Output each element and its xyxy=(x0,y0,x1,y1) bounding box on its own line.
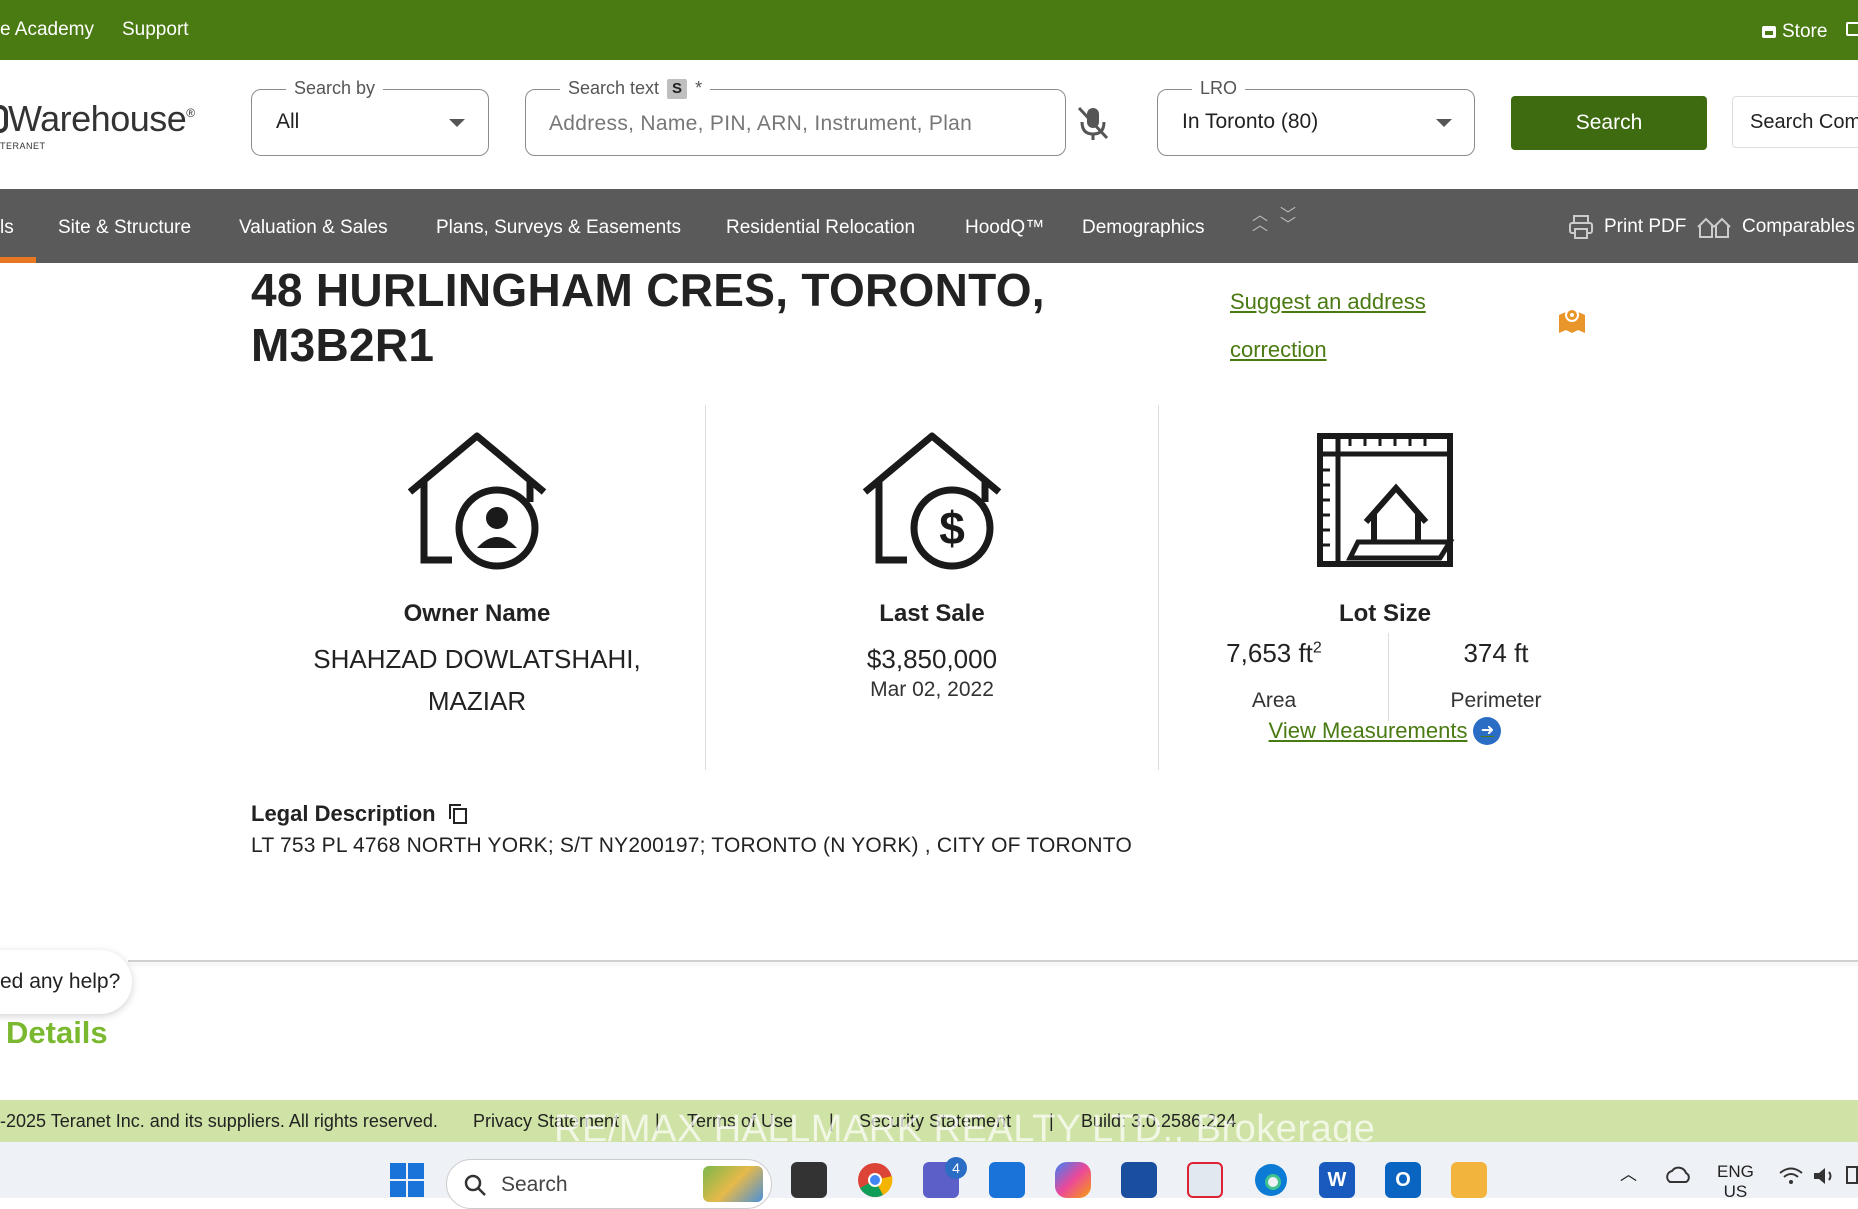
last-sale-card: $ Last Sale $3,850,000 Mar 02, 2022 xyxy=(706,405,1158,770)
owner-name-value: SHAHZAD DOWLATSHAHI, MAZIAR xyxy=(313,644,641,716)
taskbar-search[interactable]: Search xyxy=(446,1159,772,1209)
wifi-icon[interactable] xyxy=(1778,1166,1804,1186)
cortana-icon[interactable] xyxy=(989,1162,1025,1198)
legal-description-text: LT 753 PL 4768 NORTH YORK; S/T NY200197;… xyxy=(251,834,1132,857)
top-bar: e Academy Support Store xyxy=(0,0,1858,60)
search-button[interactable]: Search xyxy=(1511,96,1707,150)
comparables-label: Comparables xyxy=(1742,216,1855,237)
academy-link[interactable]: e Academy xyxy=(0,19,94,41)
print-pdf-label: Print PDF xyxy=(1604,216,1687,237)
chevron-down-icon xyxy=(449,119,465,127)
comparables-button[interactable]: Comparables xyxy=(1696,215,1855,239)
store-icon xyxy=(1762,26,1776,38)
owner-card: Owner Name SHAHZAD DOWLATSHAHI, MAZIAR xyxy=(251,405,703,770)
expand-all-icon[interactable]: ﹀ ﹀ xyxy=(1280,208,1296,234)
owner-name-label: Owner Name xyxy=(403,600,551,627)
cart-icon[interactable] xyxy=(1846,22,1858,36)
section-nav: ls Site & Structure Valuation & Sales Pl… xyxy=(0,189,1858,263)
comparables-houses-icon xyxy=(1697,217,1731,238)
lot-measure-icon xyxy=(1317,433,1455,567)
store-app-icon[interactable] xyxy=(1121,1162,1157,1198)
search-text-field[interactable]: Search text S * Address, Name, PIN, ARN,… xyxy=(525,78,1066,156)
view-measurements-label: View Measurements xyxy=(1268,718,1468,743)
property-address: 48 HURLINGHAM CRES, TORONTO, M3B2R1 xyxy=(251,264,1045,371)
teams-badge: 4 xyxy=(945,1157,967,1179)
task-view-icon[interactable] xyxy=(791,1162,827,1198)
arrow-right-icon: ➜ xyxy=(1473,717,1502,745)
store-link[interactable]: Store xyxy=(1762,21,1827,43)
svg-text:$: $ xyxy=(939,502,965,554)
search-highlight-icon xyxy=(703,1166,763,1202)
last-sale-label: Last Sale xyxy=(879,600,985,627)
help-chat-bubble[interactable]: ed any help? xyxy=(0,950,132,1014)
house-dollar-icon: $ xyxy=(862,432,1002,570)
logo-text: Warehouse xyxy=(8,98,187,139)
print-pdf-button[interactable]: Print PDF xyxy=(1568,215,1686,239)
last-sale-price: $3,850,000 xyxy=(866,644,998,674)
language-indicator[interactable]: ENG US xyxy=(1717,1162,1754,1202)
tray-overflow-icon[interactable]: ︿ xyxy=(1620,1160,1637,1185)
store-label: Store xyxy=(1782,21,1828,42)
details-heading: Details xyxy=(6,1015,108,1050)
word-icon[interactable]: W xyxy=(1319,1162,1355,1198)
file-explorer-icon[interactable] xyxy=(1451,1162,1487,1198)
search-comparables-button[interactable]: Search Com xyxy=(1732,96,1858,148)
perimeter-caption: Perimeter xyxy=(1450,689,1542,712)
legal-description-heading: Legal Description xyxy=(251,801,468,827)
tab-hoodq[interactable]: HoodQ™ xyxy=(965,217,1044,239)
search-icon xyxy=(464,1174,486,1196)
view-measurements-link[interactable]: View Measurements ➜ xyxy=(1159,717,1611,745)
section-divider xyxy=(128,960,1858,962)
chevron-down-icon xyxy=(1436,119,1452,127)
lro-value: In Toronto (80) xyxy=(1182,110,1319,133)
tab-plans-surveys[interactable]: Plans, Surveys & Easements xyxy=(436,217,681,239)
search-by-value: All xyxy=(276,110,300,133)
snipping-tool-icon[interactable] xyxy=(1187,1162,1223,1198)
search-input[interactable]: Address, Name, PIN, ARN, Instrument, Pla… xyxy=(549,112,972,136)
tab-demographics[interactable]: Demographics xyxy=(1082,217,1205,239)
search-by-legend: Search by xyxy=(286,78,384,99)
tab-details[interactable]: ls xyxy=(0,217,14,239)
copy-icon[interactable] xyxy=(448,803,468,825)
tab-valuation-sales[interactable]: Valuation & Sales xyxy=(239,217,388,239)
map-marker-icon[interactable] xyxy=(1556,305,1588,337)
lot-size-label: Lot Size xyxy=(1338,600,1431,627)
windows-start-icon[interactable] xyxy=(389,1162,425,1198)
support-link[interactable]: Support xyxy=(122,19,189,41)
copilot-icon[interactable] xyxy=(1055,1162,1091,1198)
battery-icon[interactable] xyxy=(1846,1166,1858,1184)
shortcut-badge: S xyxy=(667,78,688,99)
microphone-off-icon[interactable] xyxy=(1075,104,1111,142)
taskbar: Search 4 W O ︿ ENG US xyxy=(0,1142,1858,1209)
copyright-text: -2025 Teranet Inc. and its suppliers. Al… xyxy=(0,1111,438,1131)
edge-icon[interactable] xyxy=(1253,1162,1289,1198)
collapse-all-icon[interactable]: ︿ ︿ xyxy=(1252,208,1268,234)
active-tab-indicator xyxy=(0,257,36,263)
lot-perimeter-value: 374 ft xyxy=(1463,638,1529,668)
onedrive-icon[interactable] xyxy=(1664,1166,1692,1184)
chrome-icon[interactable] xyxy=(857,1162,893,1198)
search-by-select[interactable]: Search by All xyxy=(251,78,489,156)
lot-size-card: Lot Size 7,653 ft2 374 ft Area Perimeter… xyxy=(1159,405,1611,770)
printer-icon xyxy=(1569,215,1593,239)
suggest-address-correction-link[interactable]: Suggest an address correction xyxy=(1230,278,1450,374)
logo[interactable]: Warehouse® xyxy=(0,98,195,140)
search-text-legend: Search text S * xyxy=(560,78,711,99)
outlook-icon[interactable]: O xyxy=(1385,1162,1421,1198)
volume-icon[interactable] xyxy=(1812,1166,1838,1186)
logo-mark xyxy=(0,105,8,133)
lro-select[interactable]: LRO In Toronto (80) xyxy=(1157,78,1475,156)
tab-site-structure[interactable]: Site & Structure xyxy=(58,217,191,239)
area-caption: Area xyxy=(1251,689,1297,712)
lot-area-value: 7,653 ft2 xyxy=(1226,638,1322,668)
last-sale-date: Mar 02, 2022 xyxy=(870,678,994,701)
taskbar-search-label: Search xyxy=(501,1173,568,1196)
logo-subtitle: TERANET xyxy=(0,141,46,151)
house-owner-icon xyxy=(407,432,547,570)
tab-residential-relocation[interactable]: Residential Relocation xyxy=(726,217,915,239)
lro-legend: LRO xyxy=(1192,78,1246,99)
